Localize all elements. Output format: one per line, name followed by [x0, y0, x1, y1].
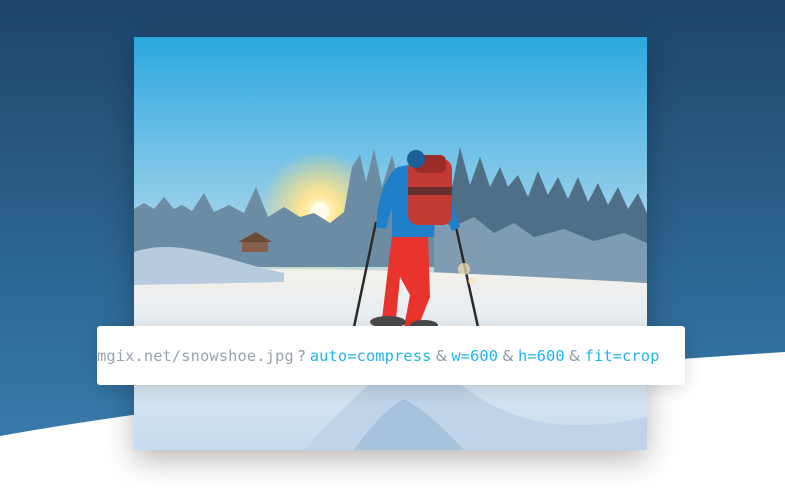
url-base: mgix.net/snowshoe.jpg — [97, 346, 294, 365]
param-separator: & — [435, 346, 448, 365]
snowshoe-photo — [134, 37, 647, 450]
url-param-width: w=600 — [451, 346, 499, 365]
query-separator: ? — [297, 346, 306, 365]
url-param-auto: auto=compress — [309, 346, 432, 365]
image-url-bar: mgix.net/snowshoe.jpg ? auto=compress & … — [97, 326, 685, 385]
url-param-height: h=600 — [517, 346, 565, 365]
param-separator: & — [568, 346, 581, 365]
param-separator: & — [502, 346, 514, 365]
url-param-fit: fit=crop — [584, 346, 660, 365]
